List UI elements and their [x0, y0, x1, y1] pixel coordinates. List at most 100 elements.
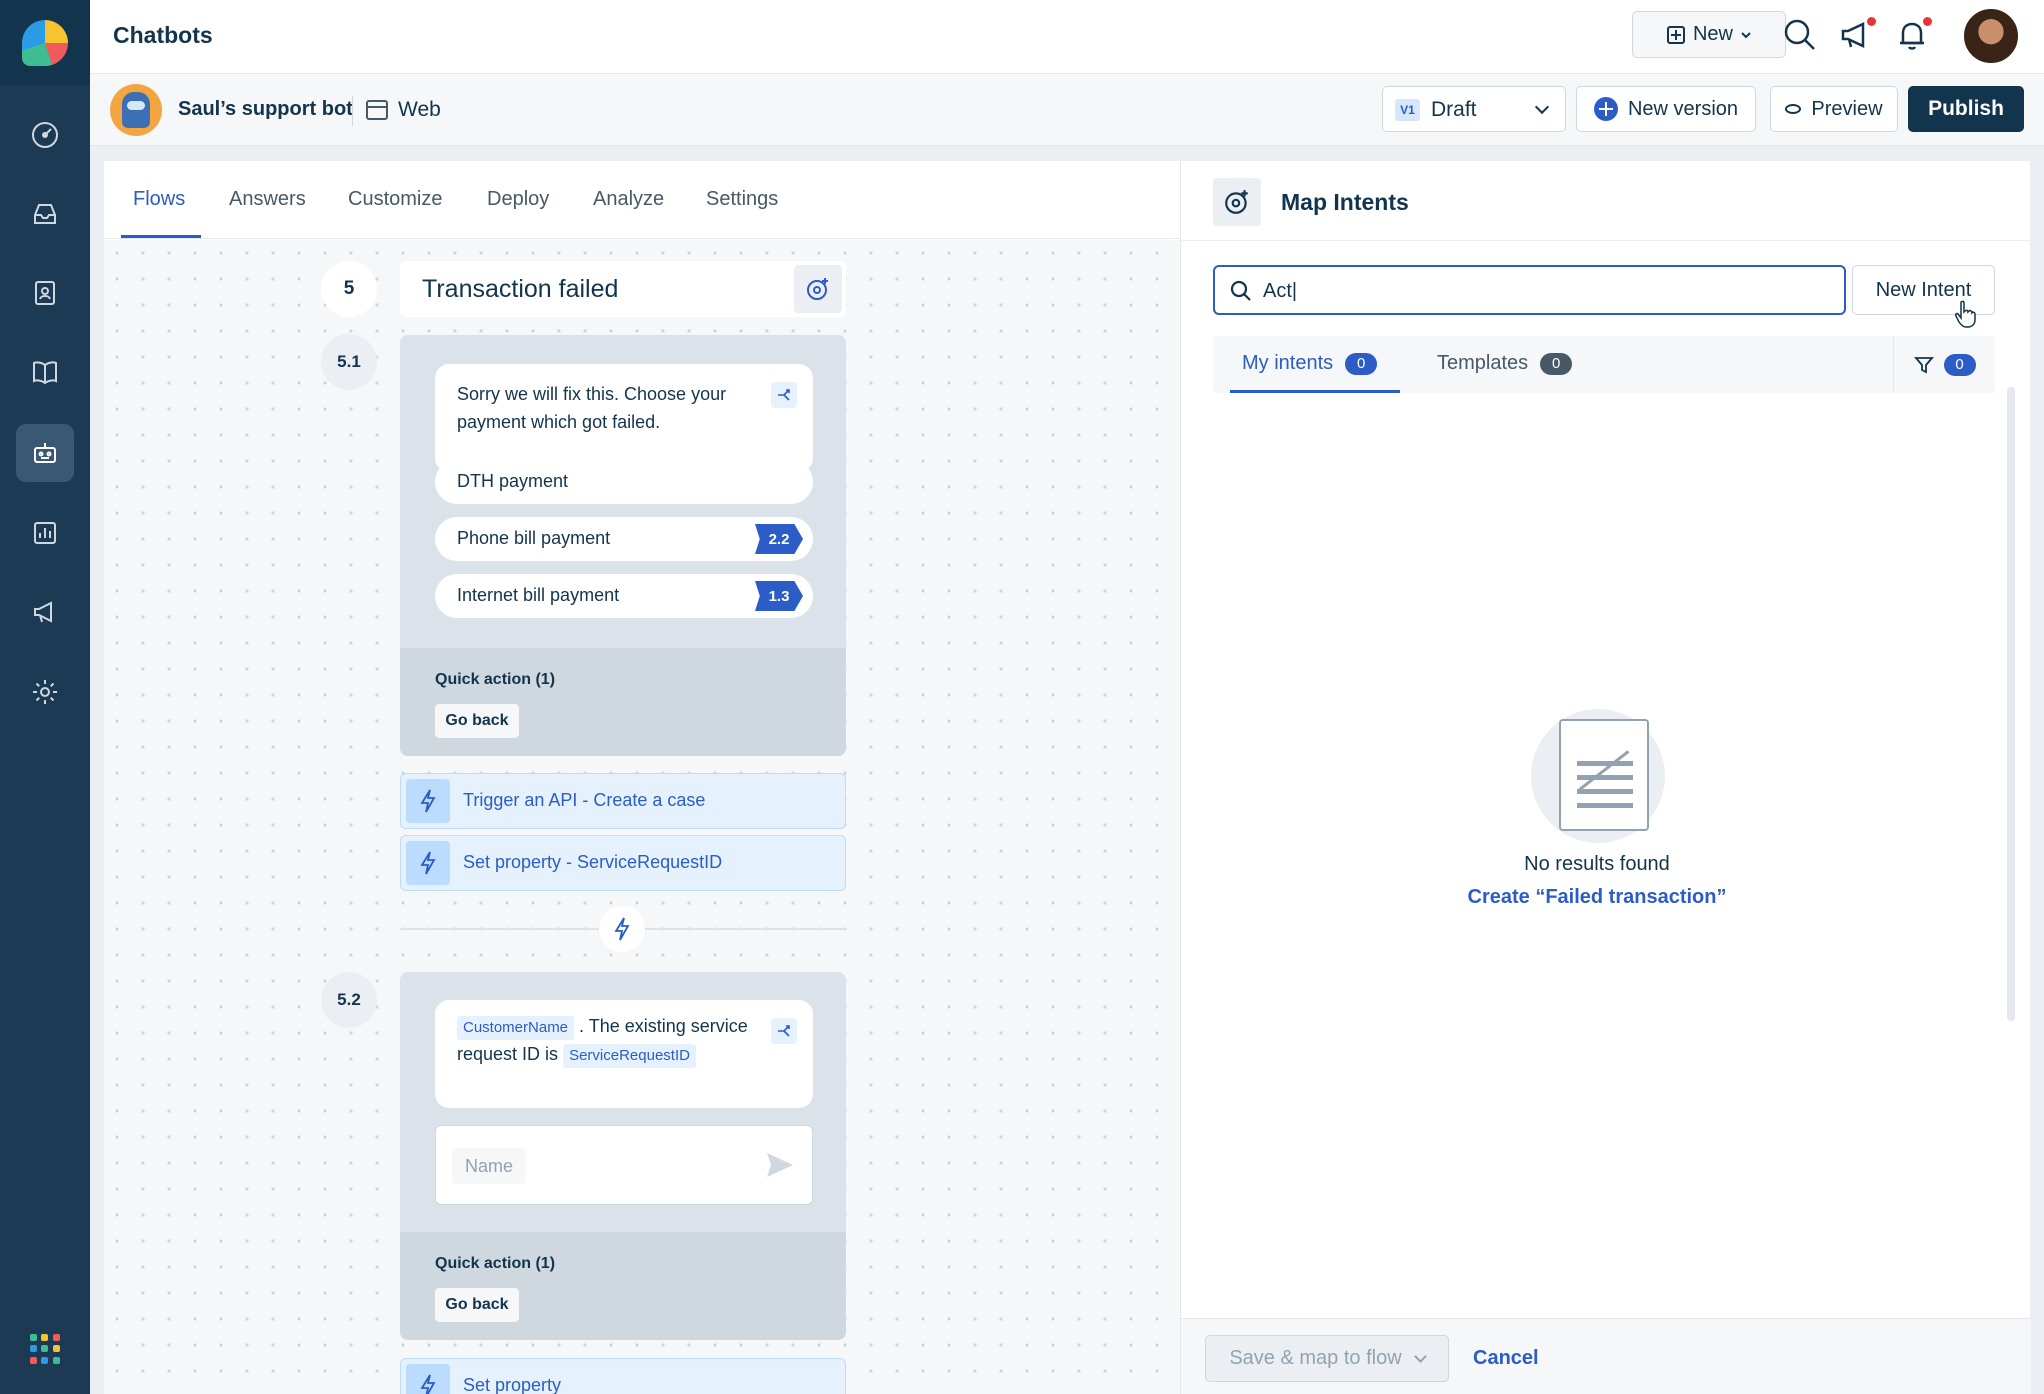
user-input-field[interactable]: Name	[435, 1125, 813, 1205]
tab-templates[interactable]: Templates 0	[1437, 352, 1573, 375]
settings-gear-icon[interactable]	[16, 663, 74, 721]
new-version-button[interactable]: New version	[1576, 86, 1756, 132]
chatbot-icon[interactable]	[16, 424, 74, 482]
map-intent-target-icon[interactable]	[794, 265, 842, 313]
filter-count-badge: 0	[1943, 353, 1976, 376]
step-number: 5	[321, 261, 377, 317]
tab-label: My intents	[1242, 352, 1334, 374]
notification-dot	[1923, 17, 1932, 26]
knowledge-base-icon[interactable]	[16, 343, 74, 401]
new-button[interactable]: New	[1632, 11, 1786, 58]
publish-button[interactable]: Publish	[1908, 86, 2024, 132]
cancel-button[interactable]: Cancel	[1473, 1347, 1539, 1370]
add-action-lightning-icon[interactable]	[599, 906, 645, 952]
active-tab-indicator	[121, 235, 201, 238]
contacts-icon[interactable]	[16, 264, 74, 322]
action-label: Trigger an API - Create a case	[463, 790, 706, 810]
target-icon	[1213, 178, 1261, 226]
chevron-down-icon	[1534, 99, 1550, 115]
empty-state-text: No results found	[1524, 853, 1670, 875]
variable-chip[interactable]: CustomerName	[457, 1016, 575, 1040]
tab-settings[interactable]: Settings	[706, 188, 778, 211]
web-channel-icon	[366, 100, 388, 120]
lightning-icon	[406, 841, 450, 885]
filter-button[interactable]: 0	[1893, 336, 1995, 393]
lightning-icon	[406, 779, 450, 823]
left-nav-rail	[0, 0, 90, 1394]
action-label: Set property - ServiceRequestID	[463, 852, 723, 872]
step-number: 5.2	[321, 972, 377, 1028]
search-icon[interactable]	[1780, 15, 1820, 55]
lightning-icon	[406, 1364, 450, 1394]
action-item[interactable]: Trigger an API - Create a case	[400, 773, 846, 829]
option-label: DTH payment	[457, 471, 569, 491]
new-version-label: New version	[1627, 97, 1739, 120]
variable-chip[interactable]: ServiceRequestID	[563, 1044, 696, 1068]
chevron-down-icon	[1741, 31, 1751, 38]
empty-state-document-icon	[1531, 709, 1665, 843]
panel-title: Map Intents	[1281, 189, 1409, 215]
new-button-label: New	[1692, 23, 1733, 45]
bot-message[interactable]: CustomerName . The existing service requ…	[435, 1000, 813, 1108]
count-badge: 0	[1345, 352, 1378, 375]
version-status: Draft	[1431, 98, 1477, 121]
tab-deploy[interactable]: Deploy	[487, 188, 549, 211]
tab-flows[interactable]: Flows	[133, 188, 185, 211]
preview-button[interactable]: Preview	[1770, 86, 1898, 132]
version-select[interactable]: V1 Draft	[1382, 86, 1566, 132]
step-number: 5.1	[321, 334, 377, 390]
eye-icon	[1785, 104, 1802, 114]
option-button[interactable]: DTH payment	[435, 460, 813, 504]
flow-title-card[interactable]: Transaction failed	[400, 261, 846, 317]
input-placeholder-chip: Name	[452, 1148, 526, 1184]
jump-tag[interactable]: 1.3	[755, 581, 803, 611]
go-back-button[interactable]: Go back	[435, 1288, 519, 1322]
user-avatar[interactable]	[1962, 7, 2020, 65]
bot-avatar	[110, 84, 162, 136]
hand-cursor-icon	[1955, 300, 1976, 328]
branch-icon[interactable]	[771, 1018, 797, 1044]
quick-action-section: Quick action (1) Go back	[400, 1232, 846, 1340]
save-map-button[interactable]: Save & map to flow	[1205, 1335, 1449, 1382]
count-badge: 0	[1540, 352, 1573, 375]
panel-footer: Save & map to flow Cancel	[1181, 1318, 2031, 1394]
jump-tag[interactable]: 2.2	[755, 524, 803, 554]
analytics-icon[interactable]	[16, 504, 74, 562]
app-switcher-icon[interactable]	[30, 1334, 60, 1364]
option-label: Phone bill payment	[457, 528, 611, 548]
bot-message[interactable]: Sorry we will fix this. Choose your paym…	[435, 364, 813, 472]
go-back-button[interactable]: Go back	[435, 704, 519, 738]
quick-action-title: Quick action (1)	[435, 671, 556, 688]
plus-circle-icon	[1593, 97, 1618, 121]
panel-header: Map Intents	[1181, 161, 2031, 241]
message-node[interactable]: CustomerName . The existing service requ…	[400, 972, 846, 1340]
intent-tabs: My intents 0 Templates 0 0	[1213, 336, 1995, 393]
message-node[interactable]: Sorry we will fix this. Choose your paym…	[400, 335, 846, 756]
tab-customize[interactable]: Customize	[348, 188, 442, 211]
action-item[interactable]: Set property - ServiceRequestID	[400, 835, 846, 891]
option-button[interactable]: Internet bill payment 1.3	[435, 574, 813, 618]
dashboard-icon[interactable]	[16, 106, 74, 164]
action-item[interactable]: Set property	[400, 1358, 846, 1394]
flow-editor: Flows Answers Customize Deploy Analyze S…	[104, 161, 1180, 1394]
branch-icon[interactable]	[771, 382, 797, 408]
map-intents-panel: Map Intents Act| New Intent My intents 0…	[1180, 161, 2031, 1394]
scrollbar[interactable]	[2007, 387, 2015, 1021]
tab-my-intents[interactable]: My intents 0	[1242, 352, 1378, 375]
tab-analyze[interactable]: Analyze	[593, 188, 664, 211]
divider	[352, 96, 353, 126]
freshworks-logo[interactable]	[0, 0, 90, 85]
tab-answers[interactable]: Answers	[229, 188, 306, 211]
quick-action-title: Quick action (1)	[435, 1255, 556, 1272]
flow-title: Transaction failed	[422, 275, 619, 303]
filter-funnel-icon	[1913, 356, 1934, 373]
action-label: Set property	[463, 1375, 562, 1394]
message-text: Sorry we will fix this. Choose your paym…	[457, 384, 727, 432]
campaigns-icon[interactable]	[16, 583, 74, 641]
option-button[interactable]: Phone bill payment 2.2	[435, 517, 813, 561]
create-intent-link[interactable]: Create “Failed transaction”	[1181, 886, 2013, 909]
flow-canvas[interactable]: 5 Transaction failed 5.1 Sorry we will f…	[104, 240, 1180, 1394]
active-tab-indicator	[1230, 390, 1400, 393]
inbox-icon[interactable]	[16, 185, 74, 243]
intent-search-input[interactable]: Act|	[1213, 265, 1846, 315]
